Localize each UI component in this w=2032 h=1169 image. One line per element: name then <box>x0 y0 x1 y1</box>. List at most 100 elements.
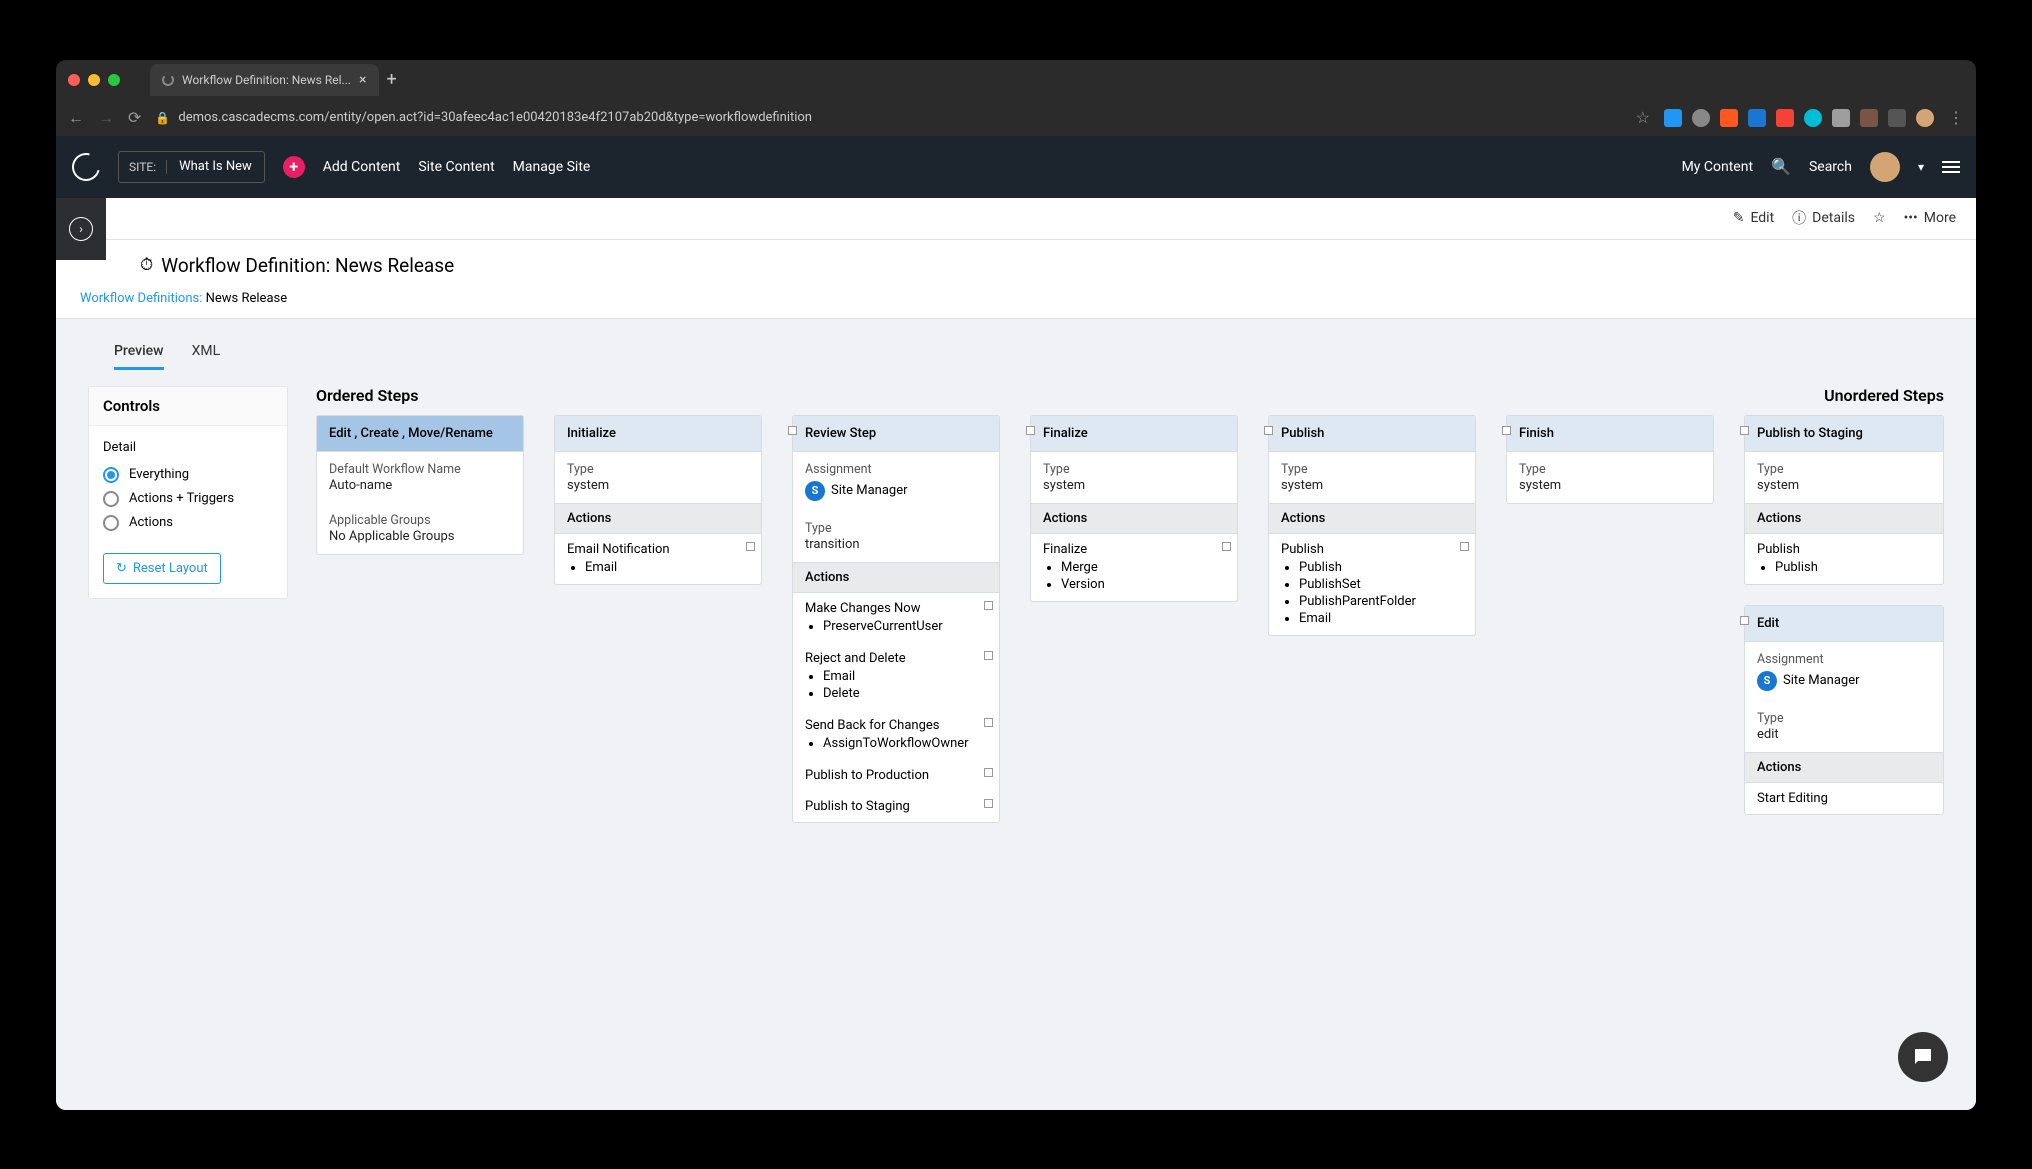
controls-panel: Controls Detail Everything Actions + Tri… <box>88 386 288 599</box>
radio-actions-triggers[interactable]: Actions + Triggers <box>103 487 273 511</box>
content-area: Preview XML Controls Detail Everything A… <box>56 319 1976 1110</box>
radio-everything[interactable]: Everything <box>103 463 273 487</box>
info-icon: ⓘ <box>1792 208 1806 228</box>
window-close-icon[interactable] <box>68 74 80 86</box>
menu-dots-icon[interactable]: ⋮ <box>1948 108 1964 127</box>
details-button[interactable]: ⓘDetails <box>1792 208 1855 228</box>
step-card-review[interactable]: Review Step Assignment SSite Manager Typ… <box>792 415 1000 823</box>
step-header: Initialize <box>555 416 761 452</box>
connector-icon <box>1740 426 1749 435</box>
browser-titlebar: Workflow Definition: News Rel... × + <box>56 60 1976 100</box>
step-card-initialize[interactable]: Initialize Type system Actions Email Not… <box>554 415 762 585</box>
extension-icon[interactable] <box>1748 109 1766 127</box>
action-item[interactable]: Send Back for ChangesAssignToWorkflowOwn… <box>793 710 999 760</box>
actions-header: Actions <box>1745 752 1943 783</box>
more-button[interactable]: •••More <box>1904 210 1956 226</box>
forward-icon[interactable]: → <box>98 108 114 128</box>
tab-close-icon[interactable]: × <box>359 72 366 88</box>
extension-icon[interactable] <box>1664 109 1682 127</box>
profile-avatar-icon[interactable] <box>1916 109 1934 127</box>
action-item[interactable]: Publish to Staging <box>793 791 999 822</box>
step-card-finalize[interactable]: Finalize Type system Actions FinalizeMer… <box>1030 415 1238 602</box>
page-toolbar: ✎Edit ⓘDetails ☆ •••More <box>56 198 1976 240</box>
user-avatar[interactable] <box>1870 152 1900 182</box>
tab-preview[interactable]: Preview <box>114 343 164 370</box>
radio-icon <box>103 467 119 483</box>
site-selector[interactable]: SITE: What Is New <box>118 151 265 183</box>
action-item[interactable]: Make Changes NowPreserveCurrentUser <box>793 593 999 643</box>
tab-title: Workflow Definition: News Rel... <box>182 73 351 87</box>
dots-icon: ••• <box>1904 210 1918 226</box>
step-header: Edit <box>1745 606 1943 642</box>
step-card-unordered-edit[interactable]: Edit Assignment SSite Manager Type edit … <box>1744 605 1944 815</box>
add-content-icon[interactable]: + <box>283 156 305 178</box>
actions-header: Actions <box>1269 503 1475 534</box>
reload-icon[interactable]: ⟳ <box>128 108 141 127</box>
add-content-link[interactable]: Add Content <box>323 159 401 175</box>
controls-title: Controls <box>89 387 287 426</box>
url-text: demos.cascadecms.com/entity/open.act?id=… <box>178 110 812 125</box>
new-tab-button[interactable]: + <box>387 69 397 90</box>
title-row: › ⏱ Workflow Definition: News Release <box>56 240 1976 285</box>
hamburger-menu-icon[interactable] <box>1942 161 1960 173</box>
extension-icon[interactable] <box>1860 109 1878 127</box>
site-content-link[interactable]: Site Content <box>418 159 494 175</box>
extension-icon[interactable] <box>1804 109 1822 127</box>
ordered-steps-title: Ordered Steps <box>316 386 1716 405</box>
step-header: Review Step <box>793 416 999 452</box>
connector-icon <box>984 768 993 777</box>
browser-tab[interactable]: Workflow Definition: News Rel... × <box>150 64 379 96</box>
star-icon[interactable]: ☆ <box>1636 108 1650 127</box>
refresh-icon: ↻ <box>116 561 127 576</box>
search-link[interactable]: Search <box>1809 159 1852 175</box>
my-content-link[interactable]: My Content <box>1682 159 1753 175</box>
extension-icon[interactable] <box>1832 109 1850 127</box>
action-item[interactable]: Reject and DeleteEmailDelete <box>793 643 999 710</box>
step-card-finish[interactable]: Finish Type system <box>1506 415 1714 504</box>
breadcrumb-link[interactable]: Workflow Definitions: <box>80 291 202 306</box>
actions-header: Actions <box>1031 503 1237 534</box>
actions-header: Actions <box>793 562 999 593</box>
connector-icon <box>1460 542 1469 551</box>
step-card-publish[interactable]: Publish Type system Actions PublishPubli… <box>1268 415 1476 636</box>
step-card-publish-staging[interactable]: Publish to Staging Type system Actions P… <box>1744 415 1944 585</box>
tab-xml[interactable]: XML <box>192 343 221 370</box>
extension-icon[interactable] <box>1776 109 1794 127</box>
url-bar[interactable]: 🔒 demos.cascadecms.com/entity/open.act?i… <box>155 110 1621 125</box>
chat-widget-button[interactable] <box>1898 1032 1948 1082</box>
extension-icon[interactable] <box>1692 109 1710 127</box>
action-item[interactable]: PublishPublish <box>1745 534 1943 584</box>
connector-icon <box>788 426 797 435</box>
step-header: Edit , Create , Move/Rename <box>317 416 523 452</box>
action-item[interactable]: Email Notification Email <box>555 534 761 584</box>
chevron-down-icon[interactable]: ▾ <box>1918 160 1924 174</box>
star-outline-icon: ☆ <box>1873 210 1886 226</box>
action-item[interactable]: Start Editing <box>1745 783 1943 814</box>
connector-icon <box>1026 426 1035 435</box>
page-title: Workflow Definition: News Release <box>161 254 454 277</box>
edit-button[interactable]: ✎Edit <box>1733 210 1774 226</box>
connector-icon <box>746 542 755 551</box>
back-icon[interactable]: ← <box>68 108 84 128</box>
action-item[interactable]: Publish to Production <box>793 760 999 791</box>
extension-icon[interactable] <box>1720 109 1738 127</box>
reset-layout-button[interactable]: ↻Reset Layout <box>103 553 221 584</box>
search-icon[interactable]: 🔍 <box>1771 157 1791 176</box>
connector-icon <box>1502 426 1511 435</box>
site-value: What Is New <box>167 159 264 174</box>
favorite-button[interactable]: ☆ <box>1873 210 1886 226</box>
window-maximize-icon[interactable] <box>108 74 120 86</box>
manage-site-link[interactable]: Manage Site <box>513 159 591 175</box>
step-header: Publish to Staging <box>1745 416 1943 452</box>
action-item[interactable]: FinalizeMergeVersion <box>1031 534 1237 601</box>
step-card-edit[interactable]: Edit , Create , Move/Rename Default Work… <box>316 415 524 555</box>
cascade-logo-icon[interactable] <box>67 147 105 185</box>
tabs: Preview XML <box>114 343 1944 370</box>
expand-sidebar-button[interactable]: › <box>56 198 106 260</box>
radio-actions[interactable]: Actions <box>103 511 273 535</box>
radio-icon <box>103 515 119 531</box>
window-minimize-icon[interactable] <box>88 74 100 86</box>
connector-icon <box>1740 616 1749 625</box>
action-item[interactable]: PublishPublishPublishSetPublishParentFol… <box>1269 534 1475 635</box>
puzzle-icon[interactable] <box>1888 109 1906 127</box>
